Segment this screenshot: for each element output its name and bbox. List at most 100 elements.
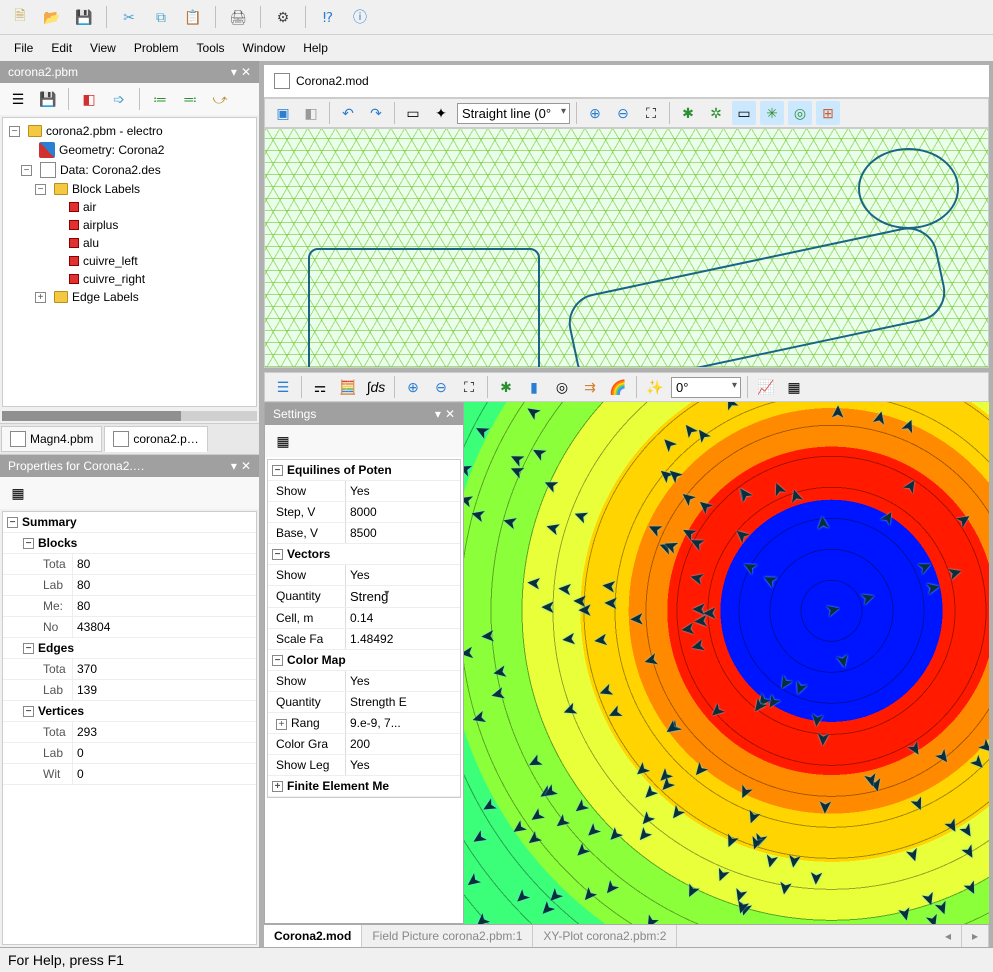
menu-view[interactable]: View [90,41,116,55]
properties-header: Properties for Corona2.… ▾ ✕ [0,455,259,477]
close-icon[interactable]: ✕ [445,407,455,421]
block-icon [69,274,79,284]
insert-icon[interactable]: ➩ [107,87,131,111]
horizontal-scrollbar[interactable] [2,411,257,421]
paste-icon[interactable]: 📋 [181,5,205,29]
mesh-viewport[interactable] [264,128,989,368]
mesh-view-icon[interactable]: ✱ [494,375,518,399]
scroll-left-icon[interactable]: ◂ [935,925,962,947]
tree-toolbar: ☰ 💾 ◧ ➩ ≔ ≕ ⤻ [0,83,259,115]
dropdown-icon[interactable]: ▾ [435,407,441,421]
close-icon[interactable]: ✕ [241,65,251,79]
geometry-icon [39,142,55,158]
fit2-icon[interactable]: ⛶ [457,375,481,399]
project-tree[interactable]: −corona2.pbm - electro Geometry: Corona2… [2,117,257,407]
shapes-icon[interactable]: ◧ [77,87,101,111]
doc-icon [113,431,129,447]
folder-icon [28,125,42,137]
menu-edit[interactable]: Edit [51,41,72,55]
settings-panel: Settings ▾✕ ▦ −Equilines of Poten ShowYe… [264,402,464,924]
settings-icon[interactable]: ⚙ [271,5,295,29]
result-toolbar: ☰ ⚎ 🧮 ∫ds ⊕ ⊖ ⛶ ✱ ▮ ◎ ⇉ 🌈 ✨ 0° 📈 ▦ [264,372,989,402]
model-tab-header: Corona2.mod [264,65,989,98]
magic-select-icon[interactable]: ✦ [429,101,453,125]
save-icon[interactable]: 💾 [72,5,96,29]
tool-icon[interactable]: ⤻ [208,87,232,111]
graph-icon[interactable]: 📈 [754,375,778,399]
menu-file[interactable]: File [14,41,33,55]
block-icon [69,220,79,230]
mesh1-icon[interactable]: ✱ [676,101,700,125]
undo-icon[interactable]: ↶ [336,101,360,125]
rainbow-icon[interactable]: 🌈 [606,375,630,399]
properties-title: Properties for Corona2.… [8,459,145,473]
block-icon [69,202,79,212]
filter1-icon[interactable]: ≔ [148,87,172,111]
tab-xy-plot[interactable]: XY-Plot corona2.pbm:2 [533,925,677,947]
menu-window[interactable]: Window [243,41,286,55]
view-list-icon[interactable]: ☰ [271,375,295,399]
tab-corona2[interactable]: corona2.p… [104,426,207,452]
options2-icon[interactable]: ⚎ [308,375,332,399]
scroll-right-icon[interactable]: ▸ [962,925,989,947]
mesh-grid-icon[interactable]: ⊞ [816,101,840,125]
tab-field-picture[interactable]: Field Picture corona2.pbm:1 [362,925,533,947]
zoom-in2-icon[interactable]: ⊕ [401,375,425,399]
options-icon[interactable]: ☰ [6,87,30,111]
new-file-icon[interactable]: 🗎 [8,5,32,29]
zoom-out2-icon[interactable]: ⊖ [429,375,453,399]
main-workspace: Corona2.mod ▣ ◧ ↶ ↷ ▭ ✦ Straight line (0… [260,61,993,947]
tree-panel-header: corona2.pbm ▾ ✕ [0,61,259,83]
folder-icon [54,183,68,195]
menu-help[interactable]: Help [303,41,328,55]
about-icon[interactable]: ⓘ [348,5,372,29]
close-icon[interactable]: ✕ [241,459,251,473]
mesh2-icon[interactable]: ✲ [704,101,728,125]
mesh-toolbar: ▣ ◧ ↶ ↷ ▭ ✦ Straight line (0° ⊕ ⊖ ⛶ ✱ ✲ … [264,98,989,128]
mesh-select-icon[interactable]: ▭ [732,101,756,125]
table-icon[interactable]: ▦ [782,375,806,399]
props-view-icon[interactable]: ▦ [271,429,295,453]
save-tree-icon[interactable]: 💾 [36,87,60,111]
copy-icon[interactable]: ⧉ [149,5,173,29]
mesh-target-icon[interactable]: ◎ [788,101,812,125]
integral-icon[interactable]: ∫ds [364,375,388,399]
status-bar: For Help, press F1 [0,947,993,972]
cube-icon[interactable]: ◧ [299,101,323,125]
dropdown-icon[interactable]: ▾ [231,65,237,79]
open-file-icon[interactable]: 📂 [40,5,64,29]
redo-icon[interactable]: ↷ [364,101,388,125]
menu-tools[interactable]: Tools [197,41,225,55]
zoom-out-icon[interactable]: ⊖ [611,101,635,125]
calc-icon[interactable]: 🧮 [336,375,360,399]
props-view-icon[interactable]: ▦ [6,481,30,505]
solid-view-icon[interactable]: ▮ [522,375,546,399]
filter2-icon[interactable]: ≕ [178,87,202,111]
tab-magn4[interactable]: Magn4.pbm [1,426,102,452]
block-icon [69,256,79,266]
zoom-in-icon[interactable]: ⊕ [583,101,607,125]
window-icon[interactable]: ▣ [271,101,295,125]
contour-icon[interactable]: ◎ [550,375,574,399]
select-rect-icon[interactable]: ▭ [401,101,425,125]
tab-mod[interactable]: Corona2.mod [264,925,362,947]
draw-mode-dropdown[interactable]: Straight line (0° [457,103,570,124]
properties-grid: −Summary −Blocks Tota80 Lab80 Me:80 No43… [2,511,257,945]
vector-icon[interactable]: ⇉ [578,375,602,399]
pick-icon[interactable]: ✨ [643,375,667,399]
angle-dropdown[interactable]: 0° [671,377,741,398]
field-picture-viewport[interactable]: ➤➤➤➤➤➤➤➤➤➤➤➤➤➤➤➤➤➤➤➤➤➤➤➤➤➤➤➤➤➤➤➤➤➤➤➤➤➤➤➤… [464,402,989,924]
mesh-refine-icon[interactable]: ✳ [760,101,784,125]
menu-problem[interactable]: Problem [134,41,179,55]
main-toolbar: 🗎 📂 💾 ✂ ⧉ 📋 🖨 ⚙ ⁉ ⓘ [0,0,993,35]
menu-bar: File Edit View Problem Tools Window Help [0,35,993,61]
cut-icon[interactable]: ✂ [117,5,141,29]
print-icon[interactable]: 🖨 [226,5,250,29]
left-sidebar: corona2.pbm ▾ ✕ ☰ 💾 ◧ ➩ ≔ ≕ ⤻ −corona2.p… [0,61,260,947]
dropdown-icon[interactable]: ▾ [231,459,237,473]
model-title: Corona2.mod [296,74,369,88]
help-options-icon[interactable]: ⁉ [316,5,340,29]
data-icon [40,162,56,178]
fit-icon[interactable]: ⛶ [639,101,663,125]
tree-panel-title: corona2.pbm [8,65,78,79]
